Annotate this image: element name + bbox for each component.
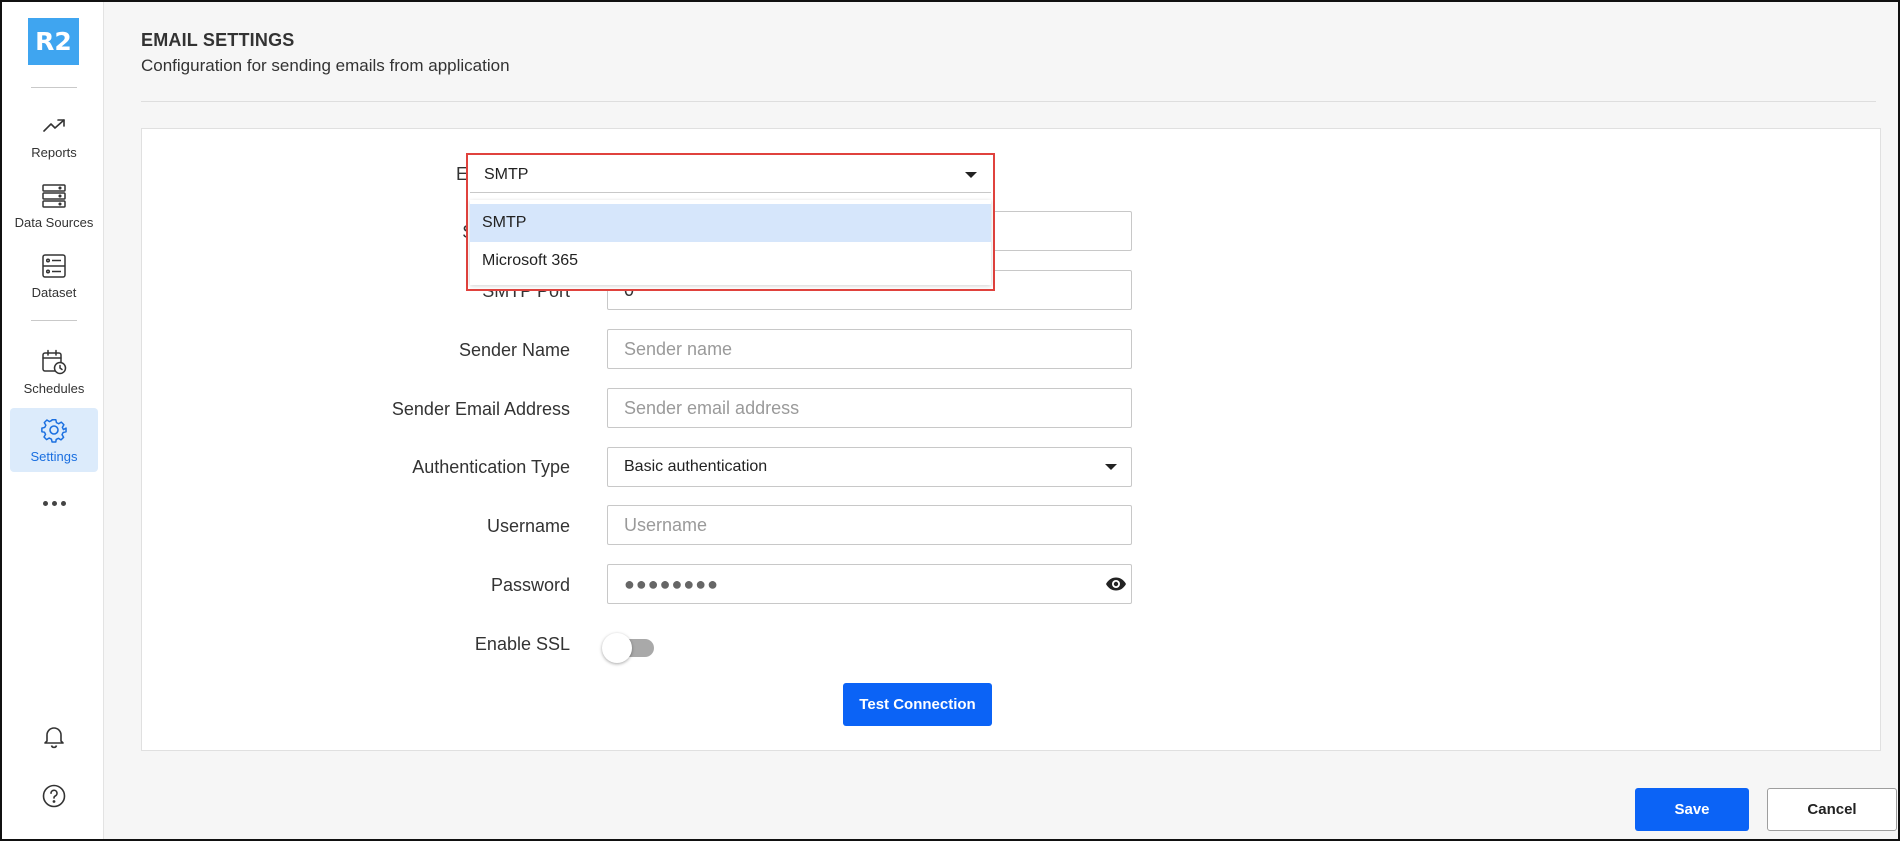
calendar-clock-icon	[40, 348, 68, 376]
sidebar-item-schedules[interactable]: Schedules	[10, 340, 98, 404]
email-account-select[interactable]: SMTP	[470, 157, 991, 193]
sidebar-item-reports[interactable]: Reports	[10, 104, 98, 168]
auth-type-value: Basic authentication	[624, 458, 768, 475]
sidebar: R2 Reports Data Sources Dataset Schedule…	[2, 2, 104, 839]
eye-icon[interactable]	[1105, 575, 1127, 593]
dropdown-option-smtp[interactable]: SMTP	[470, 204, 991, 242]
sidebar-divider	[31, 87, 77, 88]
page-title: EMAIL SETTINGS	[141, 30, 295, 50]
sidebar-item-label: Reports	[31, 145, 77, 160]
cancel-button[interactable]: Cancel	[1767, 788, 1897, 831]
sidebar-item-label: Dataset	[31, 285, 77, 300]
password-label: Password	[490, 575, 570, 595]
sender-name-label: Sender Name	[458, 340, 570, 360]
chevron-down-icon	[1105, 464, 1117, 470]
header-divider	[141, 101, 1876, 102]
username-field[interactable]	[607, 505, 1132, 545]
sidebar-item-data-sources[interactable]: Data Sources	[10, 174, 98, 238]
help-icon[interactable]	[40, 782, 68, 810]
trending-up-icon	[40, 112, 68, 140]
page-subtitle: Configuration for sending emails from ap…	[141, 56, 510, 75]
dropdown-option-microsoft-365[interactable]: Microsoft 365	[470, 242, 991, 280]
password-field[interactable]: ●●●●●●●●	[607, 564, 1132, 604]
dataset-icon	[40, 252, 68, 280]
bell-icon[interactable]	[40, 722, 68, 750]
sidebar-item-label: Data Sources	[14, 215, 94, 230]
sender-name-input[interactable]	[624, 330, 1131, 368]
sidebar-divider	[31, 320, 77, 321]
server-icon	[40, 182, 68, 210]
test-connection-button[interactable]: Test Connection	[843, 683, 992, 726]
sidebar-item-dataset[interactable]: Dataset	[10, 244, 98, 308]
username-input[interactable]	[624, 506, 1131, 544]
email-account-options: SMTP Microsoft 365	[470, 200, 991, 285]
password-value: ●●●●●●●●	[624, 573, 719, 594]
sender-email-label: Sender Email Address	[391, 399, 570, 419]
auth-type-select[interactable]: Basic authentication	[607, 447, 1132, 487]
email-account-value: SMTP	[484, 165, 529, 183]
more-horizontal-icon[interactable]	[40, 494, 68, 512]
auth-type-label: Authentication Type	[412, 457, 570, 477]
sender-email-field[interactable]	[607, 388, 1132, 428]
sidebar-item-settings[interactable]: Settings	[10, 408, 98, 472]
chevron-down-icon	[965, 171, 977, 178]
app-logo: R2	[28, 18, 79, 65]
sender-email-input[interactable]	[624, 389, 1131, 427]
sidebar-item-label: Settings	[30, 449, 78, 464]
username-label: Username	[486, 516, 570, 536]
email-account-dropdown[interactable]: SMTP SMTP Microsoft 365	[466, 153, 995, 291]
toggle-knob	[602, 633, 632, 663]
enable-ssl-toggle[interactable]	[602, 632, 658, 663]
sidebar-item-label: Schedules	[23, 381, 85, 396]
gear-icon	[40, 416, 68, 444]
sender-name-field[interactable]	[607, 329, 1132, 369]
save-button[interactable]: Save	[1635, 788, 1749, 831]
enable-ssl-label: Enable SSL	[474, 634, 570, 654]
email-settings-panel: Email Account SMTP Server SMTP Port Send…	[141, 128, 1881, 751]
